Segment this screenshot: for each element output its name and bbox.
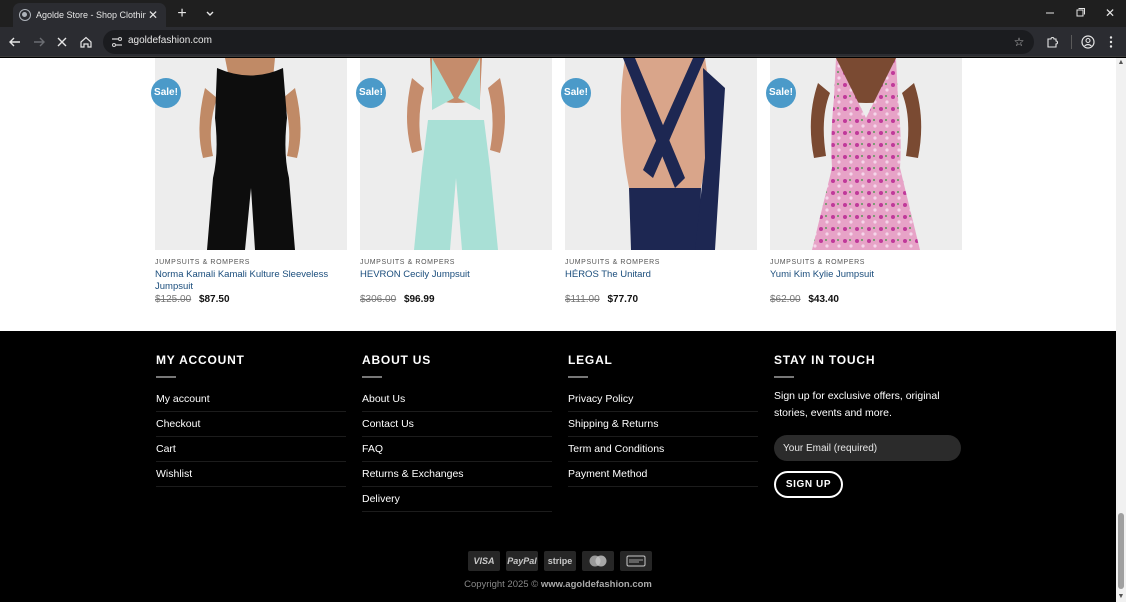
sale-price: $96.99	[403, 294, 435, 305]
product-category[interactable]: JUMPSUITS & ROMPERS	[565, 259, 660, 266]
copyright: Copyright 2025 © www.agoldefashion.com	[0, 579, 1116, 590]
forward-arrow-icon[interactable]	[30, 33, 48, 51]
site-info-icon[interactable]	[110, 35, 124, 49]
payment-icons: VISA PayPal stripe	[468, 551, 652, 571]
old-price: $111.00	[565, 294, 600, 305]
footer-link-privacy-policy[interactable]: Privacy Policy	[568, 387, 758, 412]
product-category[interactable]: JUMPSUITS & ROMPERS	[770, 259, 865, 266]
footer-link-checkout[interactable]: Checkout	[156, 412, 346, 437]
new-tab-icon[interactable]: +	[173, 5, 191, 23]
footer-link-list: Privacy Policy Shipping & Returns Term a…	[568, 387, 758, 487]
sale-price: $43.40	[808, 294, 839, 305]
copyright-site-link[interactable]: www.agoldefashion.com	[541, 579, 652, 590]
sign-up-button[interactable]: SIGN UP	[774, 471, 843, 498]
footer-link-about-us[interactable]: About Us	[362, 387, 552, 412]
footer-link-contact-us[interactable]: Contact Us	[362, 412, 552, 437]
product-price: $306.00 $96.99	[360, 294, 435, 305]
footer-heading: STAY IN TOUCH	[774, 353, 876, 367]
minimize-icon[interactable]	[1040, 4, 1060, 22]
star-icon[interactable]: ☆	[1010, 33, 1028, 51]
newsletter-text: Sign up for exclusive offers, original s…	[774, 390, 940, 419]
copyright-text: Copyright 2025 ©	[464, 579, 541, 590]
browser-toolbar: agoldefashion.com ☆	[0, 27, 1126, 57]
restore-icon[interactable]	[1070, 4, 1090, 22]
back-arrow-icon[interactable]	[6, 33, 24, 51]
old-price: $62.00	[770, 294, 801, 305]
close-window-icon[interactable]: ✕	[1100, 4, 1120, 22]
footer-link-wishlist[interactable]: Wishlist	[156, 462, 346, 487]
home-icon[interactable]	[77, 33, 95, 51]
tab-title: Agolde Store - Shop Clothing Online	[36, 10, 146, 20]
heading-divider	[568, 376, 588, 378]
address-bar[interactable]: agoldefashion.com ☆	[103, 30, 1034, 54]
cash-on-delivery-icon	[620, 551, 652, 571]
sale-price: $77.70	[607, 294, 639, 305]
profile-icon[interactable]	[1079, 33, 1097, 51]
browser-tab[interactable]: Agolde Store - Shop Clothing Online ✕	[13, 3, 166, 27]
footer-link-list: My account Checkout Cart Wishlist	[156, 387, 346, 487]
product-price: $111.00 $77.70	[565, 294, 638, 305]
puzzle-icon[interactable]	[1044, 33, 1062, 51]
footer-link-returns-exchanges[interactable]: Returns & Exchanges	[362, 462, 552, 487]
stop-loading-icon[interactable]	[53, 33, 71, 51]
product-name[interactable]: Yumi Kim Kylie Jumpsuit	[770, 269, 955, 281]
product-image[interactable]	[360, 58, 552, 250]
footer-heading: MY ACCOUNT	[156, 353, 245, 367]
sale-badge: Sale!	[561, 78, 591, 108]
sale-badge: Sale!	[356, 78, 386, 108]
sale-price: $87.50	[198, 294, 230, 305]
footer-link-shipping-returns[interactable]: Shipping & Returns	[568, 412, 758, 437]
browser-titlebar: Agolde Store - Shop Clothing Online ✕ + …	[0, 0, 1126, 27]
product-price: $125.00 $87.50	[155, 294, 230, 305]
footer-heading: ABOUT US	[362, 353, 432, 367]
old-price: $125.00	[155, 294, 192, 305]
email-field[interactable]	[774, 435, 961, 461]
url-text[interactable]: agoldefashion.com	[128, 35, 212, 46]
site-footer: MY ACCOUNT My account Checkout Cart Wish…	[0, 331, 1116, 602]
footer-link-faq[interactable]: FAQ	[362, 437, 552, 462]
footer-link-my-account[interactable]: My account	[156, 387, 346, 412]
footer-link-payment-method[interactable]: Payment Method	[568, 462, 758, 487]
stripe-icon: stripe	[544, 551, 576, 571]
heading-divider	[774, 376, 794, 378]
tab-search-chevron-icon[interactable]	[201, 5, 219, 23]
footer-link-delivery[interactable]: Delivery	[362, 487, 552, 512]
page-scrollbar[interactable]: ▲ ▼	[1116, 58, 1126, 602]
heading-divider	[362, 376, 382, 378]
product-grid: Sale! JUMPSUITS & ROMPERS Norma Kamali K…	[0, 58, 1116, 331]
tab-close-icon[interactable]: ✕	[145, 7, 161, 23]
product-name[interactable]: HÉROS The Unitard	[565, 269, 750, 281]
toolbar-separator	[1071, 35, 1072, 49]
site-favicon-icon	[19, 9, 31, 21]
visa-icon: VISA	[468, 551, 500, 571]
product-image[interactable]	[770, 58, 962, 250]
old-price: $306.00	[360, 294, 397, 305]
scrollbar-thumb[interactable]	[1118, 513, 1124, 589]
product-image[interactable]	[565, 58, 757, 250]
product-name[interactable]: Norma Kamali Kamali Kulture Sleeveless J…	[155, 269, 340, 293]
scroll-down-arrow-icon[interactable]: ▼	[1116, 592, 1126, 602]
heading-divider	[156, 376, 176, 378]
scroll-up-arrow-icon[interactable]: ▲	[1116, 58, 1126, 68]
product-price: $62.00 $43.40	[770, 294, 839, 305]
product-name[interactable]: HEVRON Cecily Jumpsuit	[360, 269, 545, 281]
sale-badge: Sale!	[766, 78, 796, 108]
footer-link-cart[interactable]: Cart	[156, 437, 346, 462]
kebab-menu-icon[interactable]	[1102, 33, 1120, 51]
footer-heading: LEGAL	[568, 353, 613, 367]
product-image[interactable]	[155, 58, 347, 250]
footer-link-list: About Us Contact Us FAQ Returns & Exchan…	[362, 387, 552, 512]
product-category[interactable]: JUMPSUITS & ROMPERS	[155, 259, 250, 266]
footer-link-terms[interactable]: Term and Conditions	[568, 437, 758, 462]
paypal-icon: PayPal	[506, 551, 538, 571]
page-viewport: Sale! JUMPSUITS & ROMPERS Norma Kamali K…	[0, 58, 1116, 602]
product-category[interactable]: JUMPSUITS & ROMPERS	[360, 259, 455, 266]
sale-badge: Sale!	[151, 78, 181, 108]
mastercard-icon	[582, 551, 614, 571]
